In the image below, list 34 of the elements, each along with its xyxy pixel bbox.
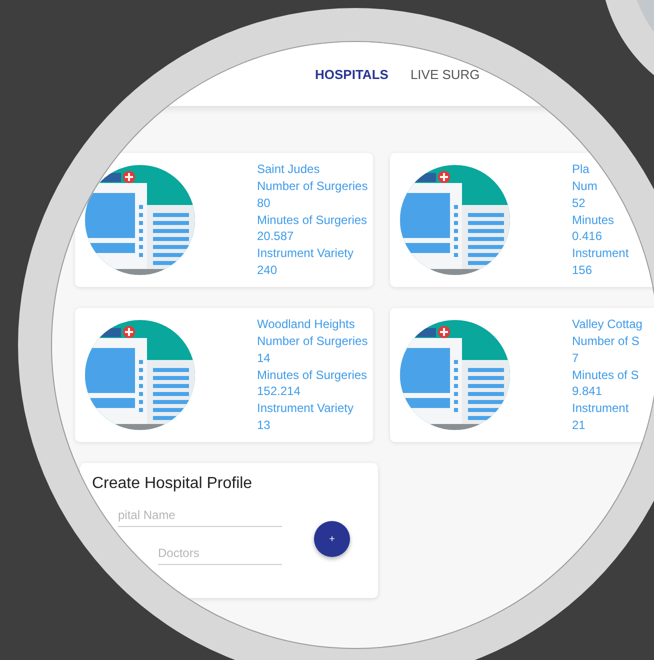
stat-label: Instrument Variety [257, 400, 354, 417]
stat-value: 156 [572, 262, 594, 279]
hospital-name: Valley Cottag [572, 316, 642, 333]
stat-label: Minutes of Surgeries [257, 212, 368, 228]
form-title: Create Hospital Profile [92, 475, 254, 493]
input-field[interactable]: Doctors [158, 537, 282, 565]
stat-label: Instrument Variety [257, 245, 354, 262]
stat-value: 20.587 [257, 228, 295, 246]
hospital-name: Pla [572, 161, 590, 178]
stat-label: Number of S [572, 333, 640, 350]
nav-tab[interactable]: LIVE SURG [410, 66, 480, 82]
stat-label: Number of Surgeries [257, 333, 368, 350]
stat-value: 13 [257, 416, 272, 434]
stat-label: Instrument [572, 245, 629, 262]
stat-value: 152.214 [257, 383, 302, 400]
stat-label: Number of Surgeries [257, 178, 368, 195]
stat-value: 0.416 [572, 228, 604, 246]
stat-value: 21 [572, 416, 586, 434]
hospital-name: Woodland Heights [257, 316, 356, 333]
hospital-name: Saint Judes [257, 161, 321, 178]
add-button[interactable]: + [314, 521, 350, 557]
stat-label: Minutes [572, 212, 616, 228]
input-field[interactable]: pital Name [118, 499, 282, 527]
stat-value: 7 [572, 350, 580, 367]
stat-label: Minutes of Surgeries [257, 366, 368, 384]
stat-value: 52 [572, 194, 586, 212]
stat-value: 14 [257, 350, 272, 367]
stat-value: 240 [257, 262, 278, 279]
stat-label: Num [572, 178, 598, 195]
nav-tab[interactable]: HOSPITALS [315, 66, 388, 82]
stat-label: Minutes of S [572, 366, 640, 384]
stat-label: Instrument [572, 400, 630, 417]
stat-value: 9.841 [572, 383, 604, 400]
stat-value: 80 [257, 194, 272, 212]
